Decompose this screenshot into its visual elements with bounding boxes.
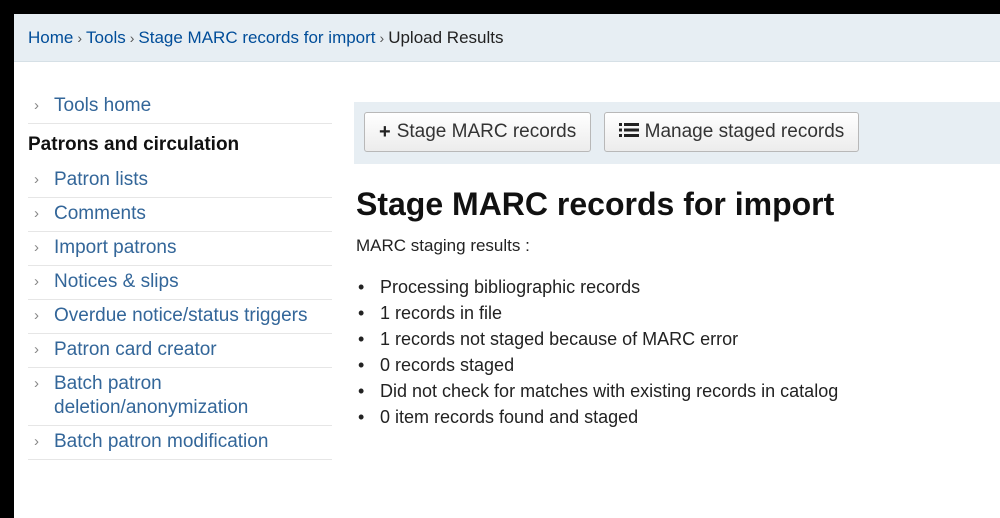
breadcrumb-stage-marc-link[interactable]: Stage MARC records for import	[138, 28, 375, 48]
sidebar-item-overdue-triggers[interactable]: › Overdue notice/status triggers	[28, 300, 332, 334]
bullet-icon: •	[358, 303, 365, 323]
bullet-icon: •	[358, 407, 365, 427]
chevron-right-icon: ›	[34, 341, 39, 358]
breadcrumb-separator: ›	[379, 29, 385, 46]
staging-results-label: MARC staging results :	[356, 236, 530, 255]
sidebar-item-notices-slips[interactable]: › Notices & slips	[28, 266, 332, 300]
sidebar-item-import-patrons[interactable]: › Import patrons	[28, 232, 332, 266]
sidebar-item-comments[interactable]: › Comments	[28, 198, 332, 232]
sidebar-item-patron-card-creator[interactable]: › Patron card creator	[28, 334, 332, 368]
breadcrumb-current: Upload Results	[388, 27, 504, 47]
main-content: Stage MARC records for import MARC stagi…	[356, 184, 996, 430]
breadcrumb-home-link[interactable]: Home	[28, 28, 73, 48]
result-text: 0 item records found and staged	[380, 407, 639, 427]
chevron-right-icon: ›	[34, 97, 39, 114]
sidebar-section-heading: Patrons and circulation	[28, 134, 240, 155]
sidebar-item-label: Tools home	[54, 95, 152, 116]
sidebar: › Tools home Patrons and circulation › P…	[28, 90, 332, 460]
sidebar-item-label: Patron card creator	[54, 339, 217, 360]
page-title: Stage MARC records for import	[356, 186, 835, 222]
staging-results-list: • Processing bibliographic records • 1 rec…	[356, 274, 996, 430]
chevron-right-icon: ›	[34, 205, 39, 222]
bullet-icon: •	[358, 277, 365, 297]
list-item: • Processing bibliographic records	[356, 274, 996, 300]
sidebar-item-patron-lists[interactable]: › Patron lists	[28, 164, 332, 198]
result-text: 1 records not staged because of MARC err…	[380, 329, 739, 349]
toolbar: + Stage MARC records Manage staged recor…	[354, 102, 1000, 164]
sidebar-item-label: Overdue notice/status triggers	[54, 305, 308, 326]
chevron-right-icon: ›	[34, 307, 39, 324]
list-item: • 0 item records found and staged	[356, 404, 996, 430]
button-label: Stage MARC records	[396, 121, 577, 142]
bullet-icon: •	[358, 355, 365, 375]
breadcrumb-separator: ›	[129, 29, 135, 46]
result-text: Did not check for matches with existing …	[380, 381, 839, 401]
button-label: Manage staged records	[644, 121, 845, 142]
chevron-right-icon: ›	[34, 433, 39, 450]
result-text: Processing bibliographic records	[380, 277, 641, 297]
sidebar-item-tools-home[interactable]: › Tools home	[28, 90, 332, 124]
chevron-right-icon: ›	[34, 171, 39, 188]
sidebar-item-label: Comments	[54, 203, 146, 224]
sidebar-item-batch-patron-deletion[interactable]: › Batch patron deletion/anonymization	[28, 368, 332, 426]
bullet-icon: •	[358, 329, 365, 349]
plus-icon: +	[379, 120, 391, 143]
list-item: • 0 records staged	[356, 352, 996, 378]
list-item: • Did not check for matches with existing…	[356, 378, 996, 404]
breadcrumb: Home › Tools › Stage MARC records for im…	[14, 14, 1000, 62]
breadcrumb-separator: ›	[77, 29, 83, 46]
list-item: • 1 records in file	[356, 300, 996, 326]
chevron-right-icon: ›	[34, 375, 39, 392]
stage-marc-records-button[interactable]: + Stage MARC records	[364, 112, 592, 152]
list-item: • 1 records not staged because of MARC er…	[356, 326, 996, 352]
sidebar-item-label: Batch patron modification	[54, 431, 269, 452]
sidebar-item-label: Batch patron deletion/anonymization	[54, 373, 249, 418]
sidebar-item-label: Patron lists	[54, 169, 148, 190]
breadcrumb-tools-link[interactable]: Tools	[86, 28, 126, 48]
list-icon	[618, 121, 639, 144]
chevron-right-icon: ›	[34, 239, 39, 256]
sidebar-item-label: Import patrons	[54, 237, 177, 258]
result-text: 1 records in file	[380, 303, 503, 323]
result-text: 0 records staged	[380, 355, 515, 375]
bullet-icon: •	[358, 381, 365, 401]
sidebar-item-label: Notices & slips	[54, 271, 179, 292]
manage-staged-records-button[interactable]: Manage staged records	[603, 112, 860, 152]
sidebar-item-batch-patron-modification[interactable]: › Batch patron modification	[28, 426, 332, 460]
page-frame: Home › Tools › Stage MARC records for im…	[14, 14, 1000, 518]
chevron-right-icon: ›	[34, 273, 39, 290]
